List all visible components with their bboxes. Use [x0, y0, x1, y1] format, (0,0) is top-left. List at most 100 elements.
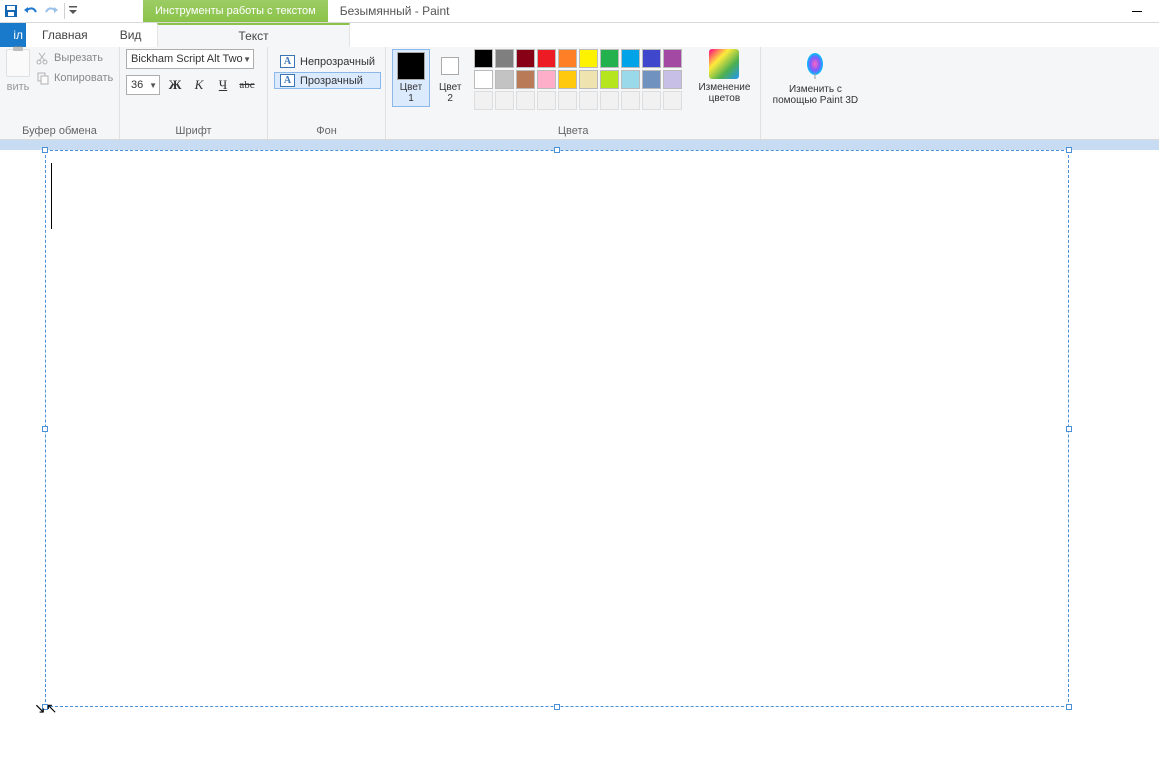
palette-color: [579, 91, 598, 110]
font-family-combo[interactable]: Bickham Script Alt Two ▼: [126, 49, 254, 69]
tab-text[interactable]: Текст: [157, 23, 349, 47]
chevron-down-icon: ▼: [243, 55, 251, 64]
scissors-icon: [36, 51, 50, 65]
context-tab-text-tools: Инструменты работы с текстом: [143, 0, 328, 22]
palette-color[interactable]: [537, 49, 556, 68]
color-wheel-icon: [709, 49, 739, 79]
copy-icon: [36, 71, 50, 85]
window-title: Безымянный - Paint: [340, 0, 450, 22]
palette-color[interactable]: [516, 49, 535, 68]
font-size-value: 36: [131, 79, 143, 91]
resize-handle-e[interactable]: [1066, 426, 1072, 432]
palette-color[interactable]: [495, 49, 514, 68]
clipboard-group-label: Буфер обмена: [6, 123, 113, 137]
palette-color[interactable]: [579, 49, 598, 68]
resize-handle-ne[interactable]: [1066, 147, 1072, 153]
palette-color[interactable]: [663, 49, 682, 68]
save-button[interactable]: [2, 2, 20, 20]
title-bar: Инструменты работы с текстом Безымянный …: [0, 0, 1159, 23]
opaque-option[interactable]: A Непрозрачный: [274, 53, 381, 70]
paste-label: вить: [7, 81, 30, 93]
group-clipboard: вить Вырезать Копировать Буфер обмена: [0, 47, 120, 139]
edit-colors-button[interactable]: Изменение цветов: [694, 49, 754, 104]
paste-button[interactable]: вить: [6, 49, 30, 93]
resize-handle-nw[interactable]: [42, 147, 48, 153]
font-family-value: Bickham Script Alt Two: [131, 53, 243, 65]
paint3d-label: Изменить с помощью Paint 3D: [773, 84, 858, 106]
palette-color: [558, 91, 577, 110]
palette-color[interactable]: [621, 49, 640, 68]
palette-color[interactable]: [642, 49, 661, 68]
copy-label: Копировать: [54, 72, 113, 84]
palette-color[interactable]: [600, 70, 619, 89]
canvas-area[interactable]: ↘↖: [0, 140, 1159, 771]
clipboard-icon: [6, 49, 30, 77]
palette-color: [663, 91, 682, 110]
font-size-combo[interactable]: 36 ▼: [126, 75, 160, 95]
palette-color[interactable]: [558, 70, 577, 89]
tab-home[interactable]: Главная: [26, 23, 104, 47]
text-box[interactable]: [45, 150, 1069, 707]
palette-color[interactable]: [558, 49, 577, 68]
qat-customize-button[interactable]: [67, 2, 79, 20]
palette-color: [621, 91, 640, 110]
opaque-icon: A: [280, 55, 295, 68]
cut-button[interactable]: Вырезать: [34, 49, 115, 67]
palette-color[interactable]: [474, 49, 493, 68]
text-caret: [51, 163, 52, 229]
move-cursor-icon: ↘↖: [34, 700, 57, 717]
palette-color[interactable]: [621, 70, 640, 89]
tab-view[interactable]: Вид: [104, 23, 158, 47]
palette-color: [600, 91, 619, 110]
italic-button[interactable]: К: [188, 75, 210, 95]
opaque-label: Непрозрачный: [300, 56, 375, 68]
color2-slot[interactable]: Цвет 2: [434, 49, 466, 107]
color1-slot[interactable]: Цвет 1: [392, 49, 430, 107]
palette-color[interactable]: [579, 70, 598, 89]
transparent-option[interactable]: A Прозрачный: [274, 72, 381, 89]
bold-button[interactable]: Ж: [164, 75, 186, 95]
underline-button[interactable]: Ч: [212, 75, 234, 95]
quick-access-toolbar: [0, 0, 87, 22]
chevron-down-icon: ▼: [149, 81, 157, 90]
palette-color[interactable]: [600, 49, 619, 68]
strikethrough-button[interactable]: abc: [236, 75, 258, 95]
colors-group-label: Цвета: [392, 123, 754, 137]
palette-color[interactable]: [474, 70, 493, 89]
minimize-button[interactable]: [1114, 0, 1159, 22]
palette-color[interactable]: [516, 70, 535, 89]
color1-swatch: [397, 52, 425, 80]
palette-color[interactable]: [495, 70, 514, 89]
paint3d-icon: [800, 51, 830, 81]
copy-button[interactable]: Копировать: [34, 69, 115, 87]
palette-color[interactable]: [642, 70, 661, 89]
palette-color: [516, 91, 535, 110]
group-colors: Цвет 1 Цвет 2 Изменение цветов Цвета: [386, 47, 761, 139]
color2-swatch: [441, 57, 459, 75]
color1-label: Цвет 1: [400, 82, 422, 104]
canvas[interactable]: ↘↖: [0, 150, 1159, 771]
resize-handle-se[interactable]: [1066, 704, 1072, 710]
color2-label: Цвет 2: [439, 82, 461, 104]
tab-file[interactable]: іл: [0, 23, 26, 47]
group-font: Bickham Script Alt Two ▼ 36 ▼ Ж К Ч abc …: [120, 47, 268, 139]
resize-handle-n[interactable]: [554, 147, 560, 153]
paint3d-group-label: [767, 135, 863, 137]
ribbon: вить Вырезать Копировать Буфер обмена Bi…: [0, 47, 1159, 140]
resize-handle-s[interactable]: [554, 704, 560, 710]
palette-color[interactable]: [663, 70, 682, 89]
transparent-icon: A: [280, 74, 295, 87]
group-paint3d: Изменить с помощью Paint 3D: [761, 47, 869, 139]
palette-color: [495, 91, 514, 110]
palette-color: [474, 91, 493, 110]
font-group-label: Шрифт: [126, 123, 261, 137]
background-group-label: Фон: [274, 123, 379, 137]
undo-button[interactable]: [22, 2, 40, 20]
palette-color: [642, 91, 661, 110]
paint3d-button[interactable]: Изменить с помощью Paint 3D: [767, 49, 863, 106]
redo-button[interactable]: [42, 2, 60, 20]
palette-color[interactable]: [537, 70, 556, 89]
cut-label: Вырезать: [54, 52, 103, 64]
resize-handle-w[interactable]: [42, 426, 48, 432]
transparent-label: Прозрачный: [300, 75, 363, 87]
